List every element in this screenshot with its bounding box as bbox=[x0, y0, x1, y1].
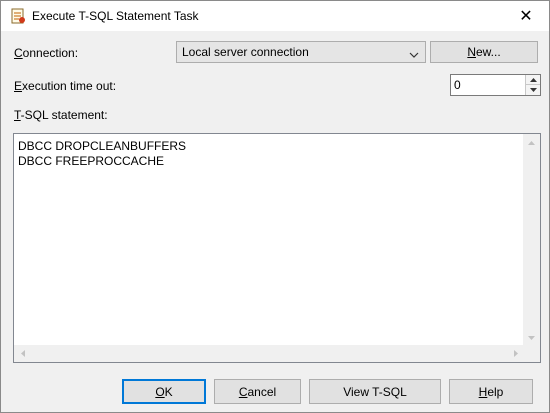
vertical-scrollbar[interactable] bbox=[523, 134, 540, 346]
cancel-button[interactable]: Cancel bbox=[214, 379, 301, 404]
task-script-icon bbox=[10, 8, 26, 24]
window-title: Execute T-SQL Statement Task bbox=[32, 9, 199, 23]
connection-label: Connection: bbox=[14, 46, 79, 60]
horizontal-scrollbar[interactable] bbox=[14, 345, 524, 362]
tsql-statement-label: T-SQL statement: bbox=[14, 108, 108, 122]
close-button[interactable]: ✕ bbox=[503, 1, 549, 31]
ok-button[interactable]: OK bbox=[122, 379, 206, 404]
spin-down-icon[interactable] bbox=[525, 85, 540, 95]
help-button[interactable]: Help bbox=[449, 379, 533, 404]
connection-select-value: Local server connection bbox=[182, 45, 309, 59]
spin-up-icon[interactable] bbox=[525, 75, 540, 85]
close-icon: ✕ bbox=[519, 8, 533, 25]
scrollbar-corner bbox=[523, 345, 540, 362]
execution-timeout-spinner[interactable]: 0 bbox=[450, 74, 541, 96]
scroll-right-icon[interactable] bbox=[507, 345, 524, 362]
tsql-statement-text[interactable]: DBCC DROPCLEANBUFFERS DBCC FREEPROCCACHE bbox=[18, 139, 186, 169]
view-tsql-button[interactable]: View T-SQL bbox=[309, 379, 441, 404]
connection-select[interactable]: Local server connection bbox=[176, 41, 426, 63]
tsql-statement-textarea[interactable]: DBCC DROPCLEANBUFFERS DBCC FREEPROCCACHE bbox=[13, 133, 541, 363]
execution-timeout-label: Execution time out: bbox=[14, 79, 117, 93]
scroll-down-icon[interactable] bbox=[523, 329, 540, 346]
dialog-window: Execute T-SQL Statement Task ✕ Connectio… bbox=[0, 0, 550, 413]
execution-timeout-input[interactable]: 0 bbox=[454, 78, 461, 92]
new-connection-button[interactable]: New... bbox=[430, 41, 538, 63]
title-bar: Execute T-SQL Statement Task ✕ bbox=[1, 1, 549, 31]
scroll-left-icon[interactable] bbox=[14, 345, 31, 362]
chevron-down-icon bbox=[409, 48, 419, 58]
scroll-up-icon[interactable] bbox=[523, 134, 540, 151]
